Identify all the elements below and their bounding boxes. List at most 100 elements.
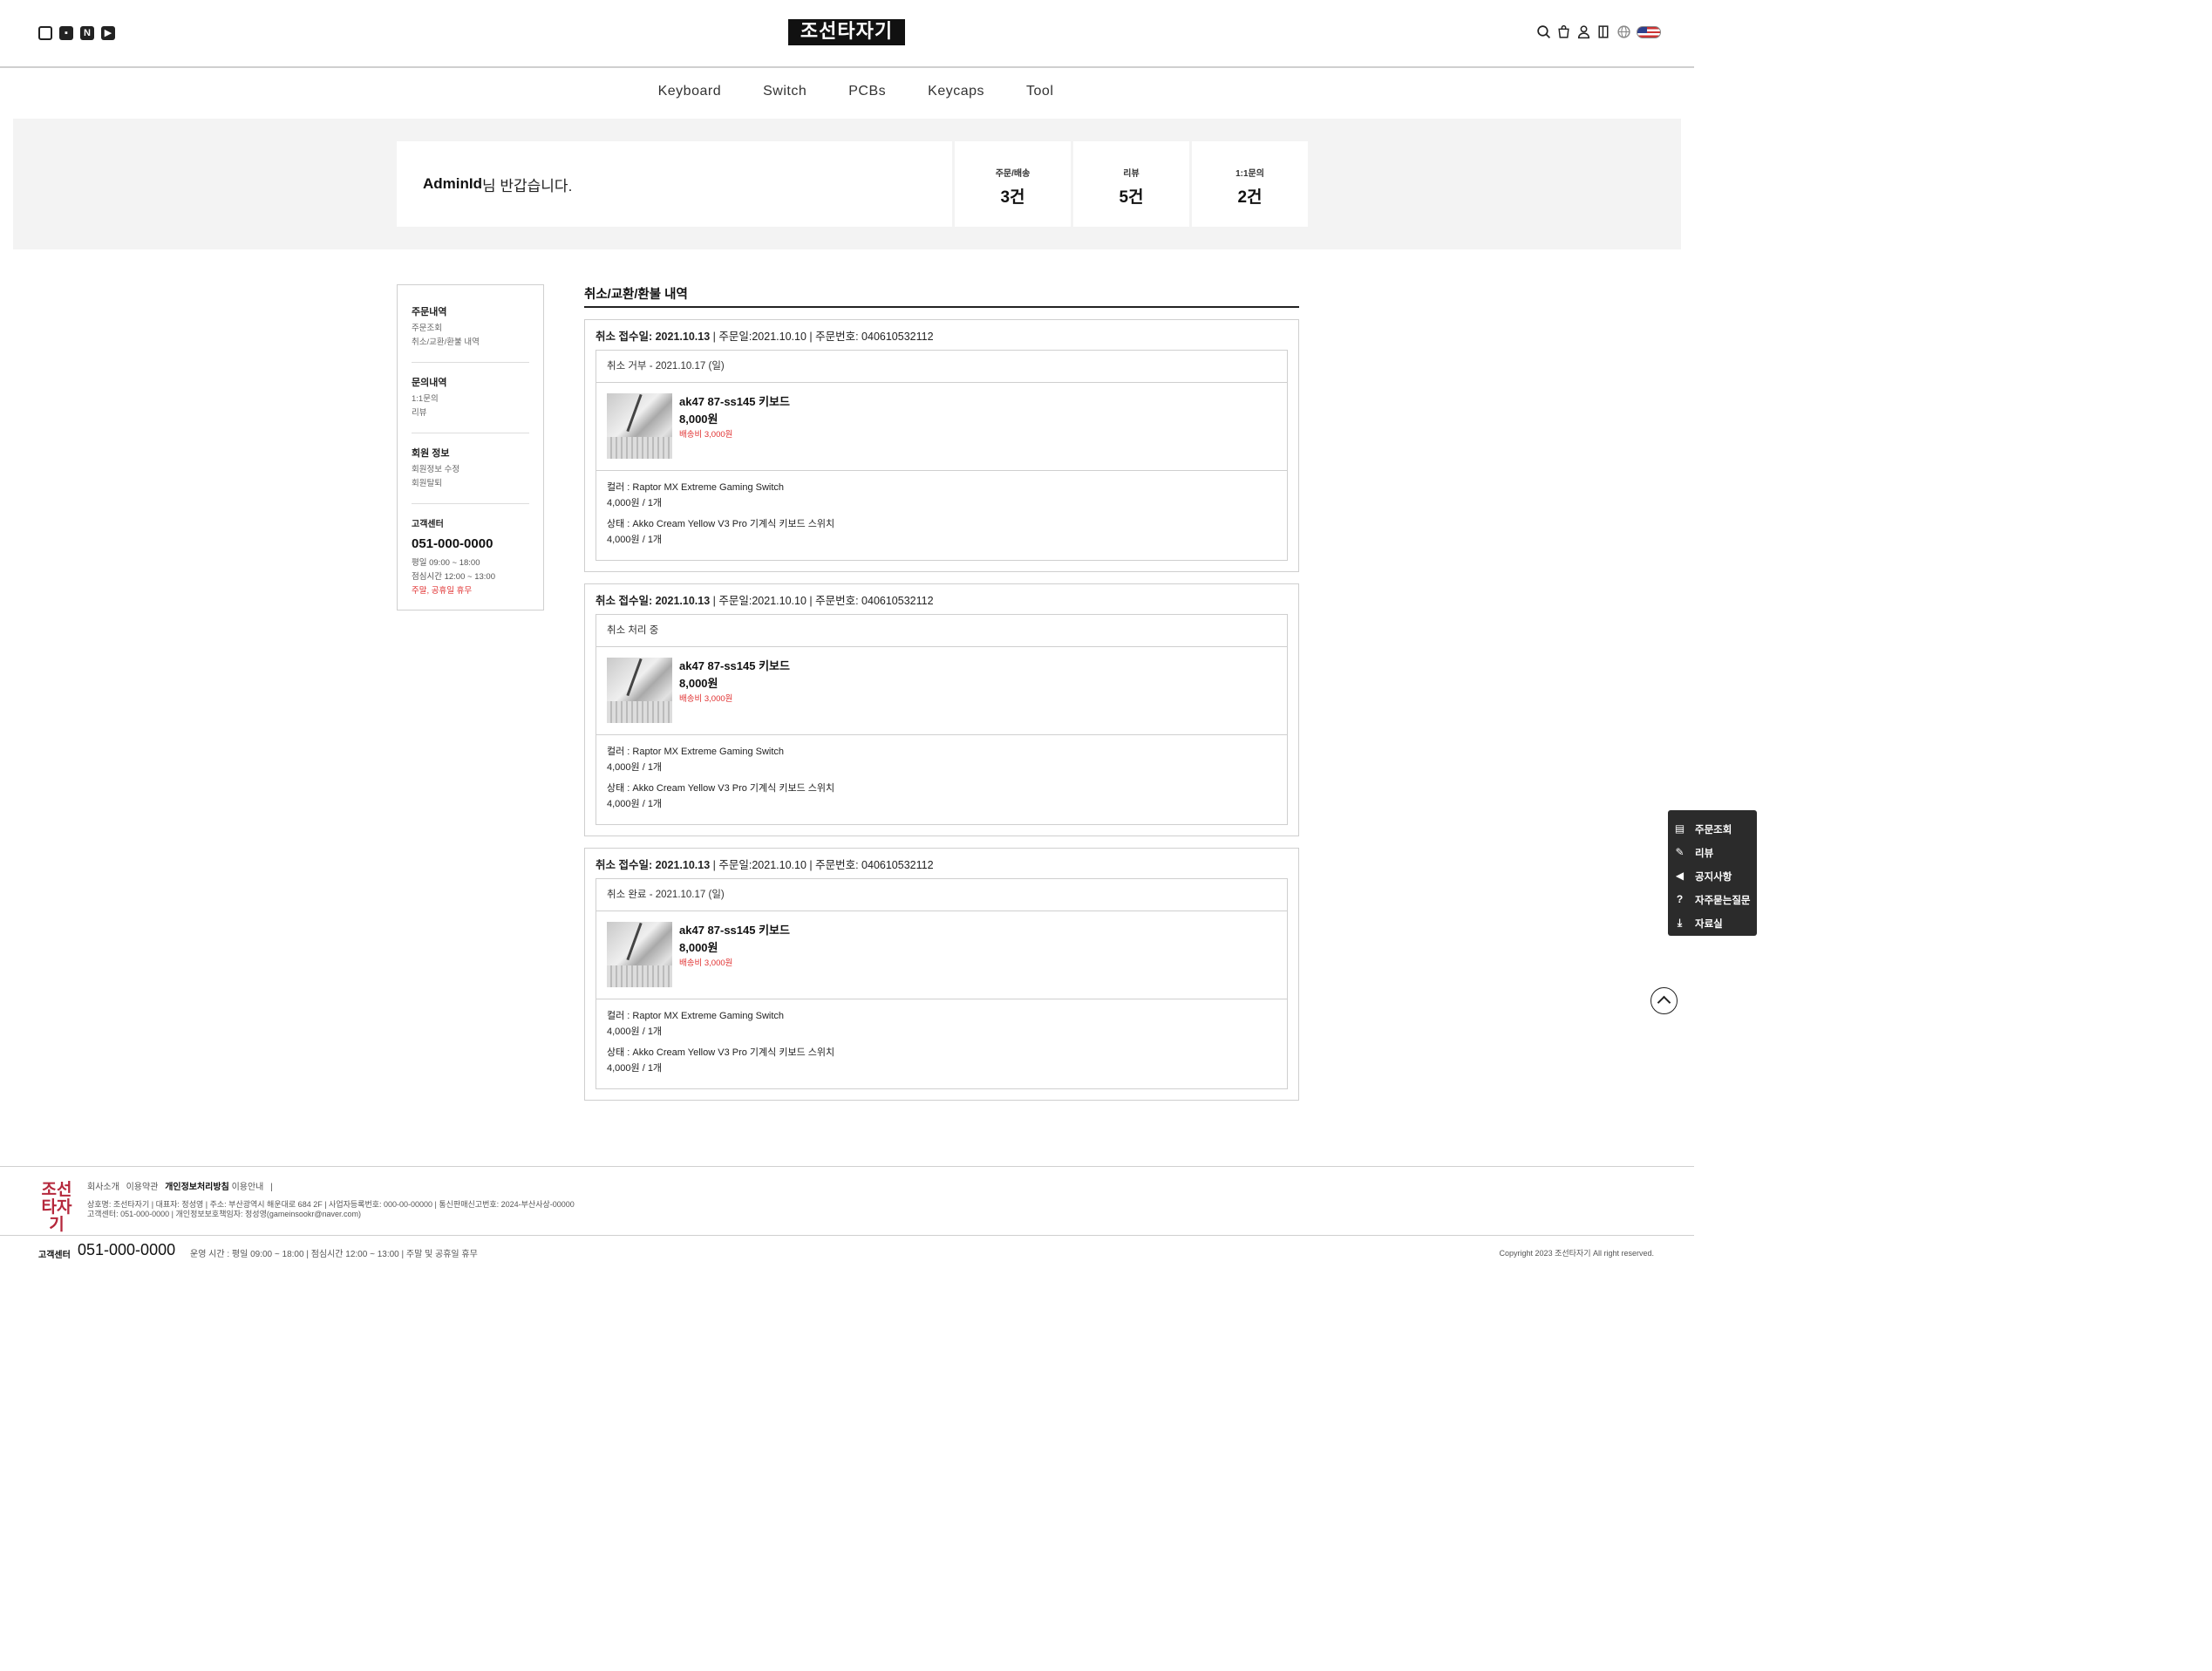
main-nav: Keyboard Switch PCBs Keycaps Tool bbox=[0, 84, 1694, 99]
product-price: 8,000원 bbox=[679, 677, 718, 690]
option-list: 컬러 : Raptor MX Extreme Gaming Switch 4,00… bbox=[596, 735, 1287, 824]
product-info: ak47 87-ss145 키보드 8,000원 배송비 3,000원 bbox=[679, 658, 790, 724]
nav-keyboard[interactable]: Keyboard bbox=[658, 84, 722, 99]
stat-reviews[interactable]: 리뷰 5건 bbox=[1073, 141, 1189, 227]
mypage-sidebar: 주문내역 주문조회 취소/교환/환불 내역 문의내역 1:1문의 리뷰 회원 정… bbox=[397, 284, 544, 610]
product-name[interactable]: ak47 87-ss145 키보드 bbox=[679, 921, 790, 938]
shipping-fee: 배송비 3,000원 bbox=[679, 958, 733, 968]
scroll-to-top-button[interactable] bbox=[1650, 987, 1678, 1014]
sidebar-link-cancel-history[interactable]: 취소/교환/환불 내역 bbox=[412, 336, 529, 350]
greeting-text: 님 반갑습니다. bbox=[482, 177, 573, 194]
product-row[interactable]: ak47 87-ss145 키보드 8,000원 배송비 3,000원 bbox=[596, 647, 1287, 735]
option-label: 상태 : Akko Cream Yellow V3 Pro 기계식 키보드 스위… bbox=[607, 783, 835, 794]
sidebar-heading: 회원 정보 bbox=[412, 448, 450, 459]
footer-links: 회사소개 이용약관 개인정보처리방침 이용안내 | bbox=[87, 1179, 277, 1192]
youtube-icon[interactable]: ▶ bbox=[101, 26, 115, 40]
option-item: 상태 : Akko Cream Yellow V3 Pro 기계식 키보드 스위… bbox=[607, 516, 1276, 546]
instagram-icon[interactable] bbox=[38, 26, 52, 40]
stat-value: 2건 bbox=[1237, 188, 1263, 207]
mypage-summary: AdminId 님 반갑습니다. 주문/배송 3건 리뷰 5건 1:1문의 2건 bbox=[13, 119, 1681, 249]
blog-icon[interactable]: ▪ bbox=[59, 26, 73, 40]
search-icon[interactable] bbox=[1536, 24, 1551, 39]
order-header: 취소 접수일: 2021.10.13 | 주문일:2021.10.10 | 주문… bbox=[596, 856, 1288, 872]
cancel-status: 취소 거부 - 2021.10.17 (일) bbox=[596, 351, 1287, 383]
order-card: 취소 접수일: 2021.10.13 | 주문일:2021.10.10 | 주문… bbox=[584, 583, 1299, 836]
cancel-date: 취소 접수일: 2021.10.13 bbox=[596, 595, 711, 607]
footer-link-terms[interactable]: 이용약관 bbox=[126, 1183, 159, 1192]
quick-reviews[interactable]: ✎ 리뷰 bbox=[1673, 841, 1752, 864]
option-item: 컬러 : Raptor MX Extreme Gaming Switch 4,00… bbox=[607, 1008, 1276, 1038]
product-info: ak47 87-ss145 키보드 8,000원 배송비 3,000원 bbox=[679, 393, 790, 460]
cart-icon[interactable] bbox=[1556, 24, 1571, 39]
product-name[interactable]: ak47 87-ss145 키보드 bbox=[679, 657, 790, 673]
product-name[interactable]: ak47 87-ss145 키보드 bbox=[679, 392, 790, 409]
sidebar-link-edit-profile[interactable]: 회원정보 수정 bbox=[412, 463, 529, 477]
nav-keycaps[interactable]: Keycaps bbox=[928, 84, 984, 99]
option-list: 컬러 : Raptor MX Extreme Gaming Switch 4,00… bbox=[596, 999, 1287, 1088]
product-row[interactable]: ak47 87-ss145 키보드 8,000원 배송비 3,000원 bbox=[596, 383, 1287, 471]
footer-top: 조선타자기 회사소개 이용약관 개인정보처리방침 이용안내 | 상호명: 조선타… bbox=[0, 1166, 1694, 1236]
order-card: 취소 접수일: 2021.10.13 | 주문일:2021.10.10 | 주문… bbox=[584, 319, 1299, 572]
option-item: 상태 : Akko Cream Yellow V3 Pro 기계식 키보드 스위… bbox=[607, 1045, 1276, 1074]
stat-orders[interactable]: 주문/배송 3건 bbox=[955, 141, 1071, 227]
sidebar-section-orders: 주문내역 주문조회 취소/교환/환불 내역 bbox=[412, 304, 529, 363]
user-icon[interactable] bbox=[1576, 24, 1591, 39]
nav-tool[interactable]: Tool bbox=[1026, 84, 1053, 99]
product-info: ak47 87-ss145 키보드 8,000원 배송비 3,000원 bbox=[679, 922, 790, 988]
sidebar-heading: 주문내역 bbox=[412, 307, 447, 317]
option-item: 컬러 : Raptor MX Extreme Gaming Switch 4,00… bbox=[607, 480, 1276, 509]
nav-pcbs[interactable]: PCBs bbox=[848, 84, 886, 99]
footer-info-line: 상호명: 조선타자기 | 대표자: 정성영 | 주소: 부산광역시 해운대로 6… bbox=[87, 1200, 575, 1209]
option-label: 상태 : Akko Cream Yellow V3 Pro 기계식 키보드 스위… bbox=[607, 519, 835, 529]
product-row[interactable]: ak47 87-ss145 키보드 8,000원 배송비 3,000원 bbox=[596, 911, 1287, 999]
login-icon[interactable] bbox=[1596, 24, 1611, 39]
site-logo[interactable]: 조선타자기 bbox=[788, 19, 905, 45]
shipping-fee: 배송비 3,000원 bbox=[679, 694, 733, 704]
stat-value: 3건 bbox=[1000, 188, 1025, 207]
product-thumbnail[interactable] bbox=[607, 922, 672, 987]
order-header: 취소 접수일: 2021.10.13 | 주문일:2021.10.10 | 주문… bbox=[596, 327, 1288, 344]
footer-bottom: 고객센터 051-000-0000 운영 시간 : 평일 09:00 ~ 18:… bbox=[0, 1236, 1694, 1265]
user-name: AdminId bbox=[423, 175, 482, 192]
sidebar-heading: 문의내역 bbox=[412, 378, 447, 388]
quick-label: 자주묻는질문 bbox=[1695, 895, 1751, 906]
sidebar-link-withdraw[interactable]: 회원탈퇴 bbox=[412, 477, 529, 491]
order-meta: | 주문일:2021.10.10 | 주문번호: 040610532112 bbox=[710, 859, 934, 871]
order-detail: 취소 완료 - 2021.10.17 (일) ak47 87-ss145 키보드… bbox=[596, 878, 1288, 1089]
quick-faq[interactable]: ? 자주묻는질문 bbox=[1673, 888, 1752, 911]
stat-inquiries[interactable]: 1:1문의 2건 bbox=[1192, 141, 1308, 227]
us-flag-icon[interactable] bbox=[1637, 25, 1661, 38]
site-header: ▪ N ▶ 조선타자기 bbox=[0, 0, 1694, 68]
option-item: 컬러 : Raptor MX Extreme Gaming Switch 4,00… bbox=[607, 744, 1276, 774]
quick-order-lookup[interactable]: ▤ 주문조회 bbox=[1673, 817, 1752, 841]
option-label: 컬러 : Raptor MX Extreme Gaming Switch bbox=[607, 1011, 785, 1021]
sidebar-link-order-lookup[interactable]: 주문조회 bbox=[412, 322, 529, 336]
footer-link-guide[interactable]: 이용안내 bbox=[232, 1183, 264, 1192]
sidebar-link-reviews[interactable]: 리뷰 bbox=[412, 406, 529, 420]
sidebar-section-inquiries: 문의내역 1:1문의 리뷰 bbox=[412, 375, 529, 433]
stat-value: 5건 bbox=[1119, 188, 1144, 207]
cs-title: 고객센터 bbox=[412, 520, 444, 529]
social-links: ▪ N ▶ bbox=[38, 26, 115, 40]
download-icon: ⤓ bbox=[1677, 917, 1683, 929]
quick-notices[interactable]: ◀ 공지사항 bbox=[1673, 864, 1752, 888]
cs-closed: 주말, 공휴일 휴무 bbox=[412, 586, 473, 596]
footer-link-about[interactable]: 회사소개 bbox=[87, 1183, 119, 1192]
quick-downloads[interactable]: ⤓ 자료실 bbox=[1673, 911, 1752, 935]
footer-divider: | bbox=[270, 1183, 273, 1192]
stat-label: 리뷰 bbox=[1123, 169, 1140, 179]
sidebar-link-1to1[interactable]: 1:1문의 bbox=[412, 392, 529, 406]
nav-switch[interactable]: Switch bbox=[763, 84, 807, 99]
naver-icon[interactable]: N bbox=[80, 26, 94, 40]
option-value: 4,000원 / 1개 bbox=[607, 1063, 663, 1074]
product-thumbnail[interactable] bbox=[607, 658, 672, 723]
copyright: Copyright 2023 조선타자기 All right reserved. bbox=[1499, 1249, 1654, 1258]
product-thumbnail[interactable] bbox=[607, 393, 672, 459]
cancel-history-content: 취소/교환/환불 내역 취소 접수일: 2021.10.13 | 주문일:202… bbox=[584, 284, 1299, 1101]
option-value: 4,000원 / 1개 bbox=[607, 535, 663, 545]
order-meta: | 주문일:2021.10.10 | 주문번호: 040610532112 bbox=[710, 595, 934, 607]
footer-link-privacy[interactable]: 개인정보처리방침 bbox=[165, 1183, 229, 1192]
footer-cs-hours: 운영 시간 : 평일 09:00 ~ 18:00 | 점심시간 12:00 ~ … bbox=[190, 1250, 478, 1259]
globe-icon[interactable] bbox=[1616, 24, 1631, 39]
order-card: 취소 접수일: 2021.10.13 | 주문일:2021.10.10 | 주문… bbox=[584, 848, 1299, 1101]
